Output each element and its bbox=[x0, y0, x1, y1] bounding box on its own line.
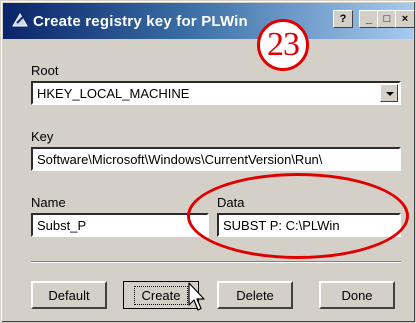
close-button[interactable]: × bbox=[395, 10, 415, 28]
name-label: Name bbox=[31, 195, 66, 210]
maximize-icon: □ bbox=[383, 12, 391, 25]
minimize-icon: _ bbox=[365, 12, 373, 25]
delete-button[interactable]: Delete bbox=[217, 281, 293, 309]
step-number-badge: 23 bbox=[257, 19, 309, 71]
data-field[interactable]: SUBST P: C:\PLWin bbox=[217, 213, 401, 237]
root-combobox[interactable]: HKEY_LOCAL_MACHINE bbox=[31, 81, 401, 105]
help-icon: ? bbox=[339, 12, 347, 25]
close-icon: × bbox=[401, 12, 409, 25]
create-button-label: Create bbox=[134, 285, 188, 305]
done-button-label: Done bbox=[341, 287, 373, 303]
window-title: Create registry key for PLWin bbox=[33, 13, 248, 30]
maximize-button[interactable]: □ bbox=[377, 10, 397, 28]
default-button[interactable]: Default bbox=[31, 281, 107, 309]
delete-button-label: Delete bbox=[236, 287, 274, 303]
dialog-window: Create registry key for PLWin ? _ □ × 23… bbox=[0, 0, 416, 323]
name-field[interactable]: Subst_P bbox=[31, 213, 209, 237]
plwin-app-icon bbox=[12, 13, 28, 27]
title-bar[interactable]: Create registry key for PLWin ? _ □ × bbox=[3, 3, 415, 39]
key-field[interactable]: Software\Microsoft\Windows\CurrentVersio… bbox=[31, 147, 401, 171]
key-value: Software\Microsoft\Windows\CurrentVersio… bbox=[37, 152, 323, 167]
divider bbox=[31, 261, 401, 263]
key-label: Key bbox=[31, 129, 54, 144]
minimize-button[interactable]: _ bbox=[359, 10, 379, 28]
step-number: 23 bbox=[267, 26, 300, 63]
data-label: Data bbox=[217, 195, 245, 210]
chevron-down-icon[interactable] bbox=[380, 84, 398, 102]
root-value: HKEY_LOCAL_MACHINE bbox=[37, 86, 190, 101]
mouse-pointer-icon bbox=[188, 282, 205, 311]
help-button[interactable]: ? bbox=[333, 10, 353, 28]
default-button-label: Default bbox=[48, 287, 90, 303]
data-value: SUBST P: C:\PLWin bbox=[223, 218, 340, 233]
done-button[interactable]: Done bbox=[319, 281, 395, 309]
name-value: Subst_P bbox=[37, 218, 87, 233]
root-label: Root bbox=[31, 63, 59, 78]
